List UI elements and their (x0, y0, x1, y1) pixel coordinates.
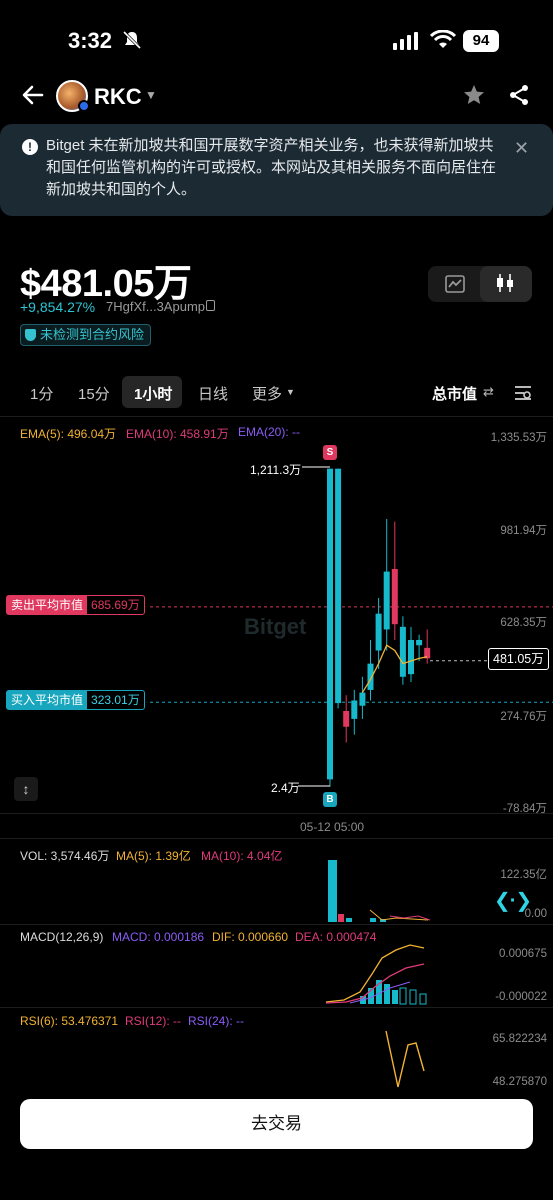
macd-bar-8 (419, 993, 427, 1005)
sell-avg-value: 685.69万 (91, 598, 140, 612)
macd-bar-5 (392, 990, 398, 1004)
buy-avg-tag: 买入平均市值 323.01万 (6, 690, 145, 710)
vol-divider (0, 838, 553, 839)
candle-body (351, 700, 358, 719)
current-price-tag: 481.05万 (488, 648, 549, 670)
expand-vertical-icon[interactable]: ↕ (14, 777, 38, 801)
macd-bar-4 (384, 984, 390, 1004)
chain-badge-icon (78, 100, 90, 112)
share-icon[interactable] (508, 84, 530, 106)
tab-1m[interactable]: 1分 (30, 383, 53, 404)
wifi-icon (430, 30, 456, 48)
macd-chart (325, 944, 427, 1005)
status-time: 3:32 (68, 28, 113, 53)
vol-bar-4 (370, 918, 376, 922)
vol-tick-high: 122.35亿 (500, 869, 547, 881)
annotation-leaders (298, 466, 330, 787)
sell-avg-tag: 卖出平均市值 685.69万 (6, 595, 145, 615)
tabs-divider (0, 416, 553, 417)
vol-ma10-label: MA(10): 4.04亿 (201, 849, 283, 863)
trade-button[interactable]: 去交易 (20, 1099, 533, 1149)
rsi12-label: RSI(12): -- (125, 1014, 182, 1028)
candle-body (343, 710, 350, 727)
token-ticker[interactable]: RKC (94, 84, 142, 110)
notice-text: Bitget 未在新加坡共和国开展数字资产相关业务，也未获得新加坡共和国任何监管… (46, 137, 497, 198)
vol-bar-1 (328, 860, 337, 922)
line-chart-icon[interactable] (445, 274, 465, 294)
rsi-divider (0, 1007, 553, 1008)
buy-avg-label: 买入平均市值 (7, 691, 88, 709)
candle-body (416, 639, 423, 646)
alert-icon: ! (22, 139, 38, 155)
copy-icon[interactable] (206, 300, 215, 311)
candle-body (375, 613, 382, 651)
rsi-tick-low: 48.275870 (492, 1076, 547, 1088)
shield-check-icon (25, 329, 36, 341)
tab-more[interactable]: 更多 (252, 383, 282, 404)
mute-bell-icon (122, 30, 142, 50)
candle-body (367, 663, 374, 690)
buy-avg-value: 323.01万 (91, 693, 140, 707)
volume-bars (328, 860, 431, 922)
contract-address[interactable]: 7HgfXf...3Apump (106, 299, 205, 314)
macd-title: MACD(12,26,9) (20, 930, 104, 944)
rsi6-line (385, 1030, 425, 1088)
chart-divider (0, 813, 553, 814)
favorite-star-icon[interactable] (462, 83, 486, 107)
macd-dif-line (325, 944, 425, 1003)
tab-1h[interactable]: 1小时 (134, 383, 172, 404)
chart-nav-arrows-icon[interactable]: ❮·❯ (494, 888, 532, 913)
vol-label: VOL: 3,574.46万 (20, 849, 110, 863)
macd-divider (0, 924, 553, 925)
macd-dif: DIF: 0.000660 (212, 930, 289, 944)
x-time-label: 05-12 05:00 (300, 820, 365, 834)
macd-bar-6 (399, 987, 407, 1005)
macd-tick-high: 0.000675 (499, 948, 547, 960)
sell-avg-label: 卖出平均市值 (7, 596, 88, 614)
rsi24-label: RSI(24): -- (188, 1014, 245, 1028)
macd-bar-7 (409, 989, 417, 1005)
back-arrow-icon[interactable] (20, 82, 46, 108)
macd-tick-low: -0.000022 (495, 991, 547, 1003)
candle-body (391, 568, 398, 625)
rsi6-label: RSI(6): 53.476371 (20, 1014, 119, 1028)
price-change: +9,854.27% (20, 299, 96, 315)
vol-ma5-line (369, 909, 429, 921)
vol-bar-2 (338, 914, 344, 922)
indicator-settings-icon[interactable] (514, 384, 532, 402)
candlestick-icon[interactable] (494, 272, 516, 294)
tab-1d[interactable]: 日线 (198, 383, 228, 404)
buy-marker[interactable]: B (323, 792, 337, 807)
candle-body (359, 692, 366, 706)
rsi-chart (385, 1030, 425, 1088)
metric-selector[interactable]: 总市值 (432, 383, 477, 404)
more-caret-icon[interactable]: ▼ (286, 387, 295, 397)
vol-bar-3 (346, 918, 352, 922)
tab-15m[interactable]: 15分 (78, 383, 110, 404)
candle-body (383, 571, 390, 630)
battery-level: 94 (463, 30, 499, 52)
close-icon[interactable]: ✕ (514, 138, 529, 159)
sell-marker[interactable]: S (323, 445, 337, 460)
chevron-down-icon[interactable]: ▼ (145, 88, 157, 102)
risk-badge: 未检测到合约风险 (20, 324, 152, 346)
cellular-signal-icon (393, 32, 418, 50)
candle-body (408, 639, 414, 675)
rsi-tick-high: 65.822234 (492, 1033, 547, 1045)
candle-body (399, 626, 406, 677)
candle-body (335, 468, 342, 704)
vol-ma5-label: MA(5): 1.39亿 (116, 849, 191, 863)
swap-icon[interactable]: ⇄ (483, 384, 494, 400)
macd-value: MACD: 0.000186 (112, 930, 205, 944)
risk-badge-label: 未检测到合约风险 (40, 327, 145, 342)
